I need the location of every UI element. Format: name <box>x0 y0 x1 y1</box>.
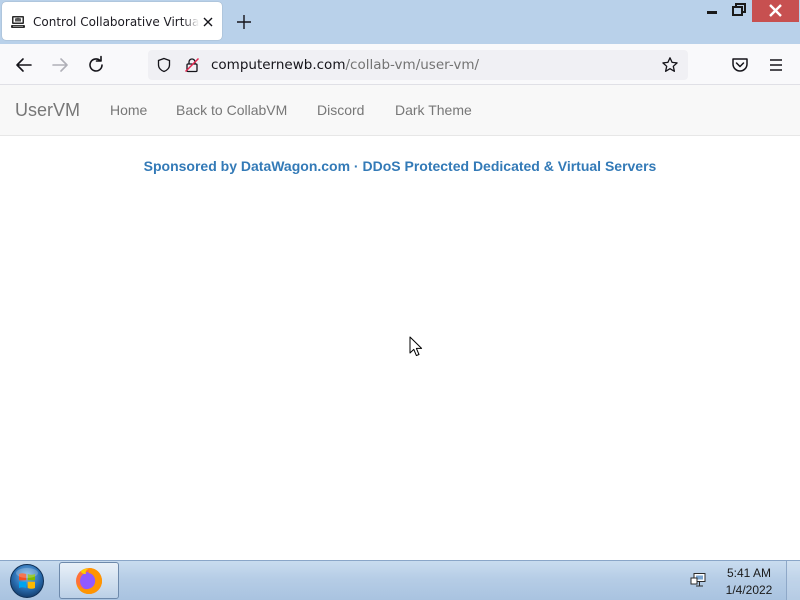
url-path: /collab-vm/user-vm/ <box>345 57 480 73</box>
clock-date[interactable]: 1/4/2022 <box>708 583 790 597</box>
shield-icon[interactable] <box>156 57 172 73</box>
nav-link-dark-theme[interactable]: Dark Theme <box>395 102 472 118</box>
nav-link-home[interactable]: Home <box>110 102 147 118</box>
browser-titlebar: Control Collaborative Virtual Machine <box>0 0 800 44</box>
browser-navbar: computernewb.com/collab-vm/user-vm/ <box>0 44 800 85</box>
close-icon[interactable] <box>201 15 215 29</box>
browser-tab-active[interactable]: Control Collaborative Virtual Machine <box>2 2 222 40</box>
lock-icon[interactable] <box>184 57 200 73</box>
firefox-icon <box>76 568 102 594</box>
star-icon[interactable] <box>661 56 679 74</box>
network-icon[interactable] <box>690 572 708 588</box>
sponsor-link[interactable]: Sponsored by DataWagon.com · DDoS Protec… <box>0 158 800 174</box>
windows-taskbar: 5:41 AM 1/4/2022 <box>0 560 800 600</box>
close-window-button[interactable] <box>752 0 799 22</box>
hamburger-menu-icon[interactable] <box>764 53 788 77</box>
site-brand[interactable]: UserVM <box>15 100 80 120</box>
reload-icon[interactable] <box>84 53 108 77</box>
url-bar[interactable]: computernewb.com/collab-vm/user-vm/ <box>148 50 688 80</box>
pocket-icon[interactable] <box>728 53 752 77</box>
site-navbar: UserVM Home Back to CollabVM Discord Dar… <box>0 85 800 136</box>
nav-link-discord[interactable]: Discord <box>317 102 364 118</box>
plus-icon[interactable] <box>234 12 254 32</box>
nav-link-back-to-collabvm[interactable]: Back to CollabVM <box>176 102 287 118</box>
back-arrow-icon[interactable] <box>12 53 36 77</box>
mouse-cursor-icon <box>409 336 423 357</box>
vm-favicon-icon <box>11 16 25 28</box>
tab-title: Control Collaborative Virtual Machine <box>33 15 199 29</box>
restore-window-button[interactable] <box>724 0 754 22</box>
clock-time[interactable]: 5:41 AM <box>708 566 790 580</box>
windows-start-orb-icon[interactable] <box>8 563 46 599</box>
taskbar-firefox-button[interactable] <box>59 562 119 599</box>
web-page: UserVM Home Back to CollabVM Discord Dar… <box>0 85 800 560</box>
minimize-window-button[interactable] <box>697 0 727 22</box>
show-desktop-button[interactable] <box>786 561 800 600</box>
url-text[interactable]: computernewb.com/collab-vm/user-vm/ <box>211 57 479 73</box>
forward-arrow-icon[interactable] <box>48 53 72 77</box>
url-host: computernewb.com <box>211 57 346 73</box>
